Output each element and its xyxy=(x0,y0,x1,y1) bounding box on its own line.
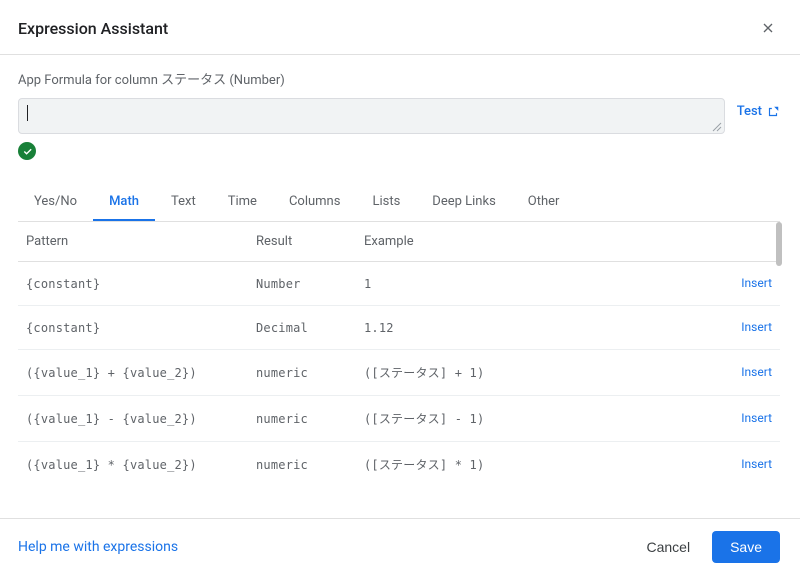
cell-pattern: {constant} xyxy=(26,321,256,335)
tab-other[interactable]: Other xyxy=(512,184,576,221)
cell-pattern: ({value_1} * {value_2}) xyxy=(26,458,256,472)
formula-input[interactable] xyxy=(18,98,725,134)
formula-row: Test xyxy=(18,98,780,134)
formula-label: App Formula for column ステータス (Number) xyxy=(18,69,780,88)
tab-lists[interactable]: Lists xyxy=(356,184,416,221)
text-cursor xyxy=(27,105,28,121)
dialog-header: Expression Assistant xyxy=(0,0,800,54)
category-tabs: Yes/NoMathTextTimeColumnsListsDeep Links… xyxy=(18,184,780,222)
save-button[interactable]: Save xyxy=(712,531,780,563)
tab-math[interactable]: Math xyxy=(93,184,155,221)
col-header-result: Result xyxy=(256,234,364,249)
cell-result: numeric xyxy=(256,458,364,472)
table-row: ({value_1} + {value_2})numeric([ステータス] +… xyxy=(18,350,780,396)
cell-result: Number xyxy=(256,277,364,291)
table-row: {constant}Decimal1.12 Insert xyxy=(18,306,780,350)
cell-pattern: {constant} xyxy=(26,277,256,291)
cell-example: ([ステータス] - 1) xyxy=(364,410,712,427)
cell-result: numeric xyxy=(256,412,364,426)
resize-icon xyxy=(712,122,722,132)
validation-status xyxy=(18,134,780,166)
formula-section: App Formula for column ステータス (Number) Te… xyxy=(0,55,800,166)
cancel-button[interactable]: Cancel xyxy=(632,531,704,563)
close-icon xyxy=(760,20,776,36)
table-row: ({value_1} - {value_2})numeric([ステータス] -… xyxy=(18,396,780,442)
cell-pattern: ({value_1} - {value_2}) xyxy=(26,412,256,426)
col-header-pattern: Pattern xyxy=(26,234,256,249)
table-body[interactable]: {constant}Number1Insert{constant}Decimal… xyxy=(18,262,780,486)
tab-time[interactable]: Time xyxy=(212,184,273,221)
cell-example: 1.12 xyxy=(364,321,712,335)
tab-columns[interactable]: Columns xyxy=(273,184,357,221)
cell-pattern: ({value_1} + {value_2}) xyxy=(26,366,256,380)
resize-handle[interactable] xyxy=(712,121,722,131)
cell-example: 1 xyxy=(364,277,712,291)
tab-text[interactable]: Text xyxy=(155,184,212,221)
dialog-footer: Help me with expressions Cancel Save xyxy=(0,518,800,577)
cell-example: ([ステータス] + 1) xyxy=(364,364,712,381)
insert-link[interactable]: Insert xyxy=(741,365,772,379)
cell-example: ([ステータス] * 1) xyxy=(364,456,712,473)
insert-link[interactable]: Insert xyxy=(741,457,772,471)
valid-indicator xyxy=(18,142,36,160)
expression-assistant-dialog: Expression Assistant App Formula for col… xyxy=(0,0,800,577)
help-link[interactable]: Help me with expressions xyxy=(18,539,178,555)
col-header-example: Example xyxy=(364,234,712,249)
close-button[interactable] xyxy=(756,16,780,40)
cell-result: numeric xyxy=(256,366,364,380)
cell-result: Decimal xyxy=(256,321,364,335)
insert-link[interactable]: Insert xyxy=(741,276,772,290)
tab-deeplinks[interactable]: Deep Links xyxy=(416,184,511,221)
footer-actions: Cancel Save xyxy=(632,531,780,563)
test-label: Test xyxy=(737,104,762,119)
table-row: ({value_1} * {value_2})numeric([ステータス] *… xyxy=(18,442,780,486)
test-button[interactable]: Test xyxy=(737,98,780,119)
col-header-action xyxy=(712,234,772,249)
patterns-table: Pattern Result Example {constant}Number1… xyxy=(18,222,780,486)
table-header: Pattern Result Example xyxy=(18,222,780,262)
dialog-title: Expression Assistant xyxy=(18,19,168,38)
table-row: {constant}Number1 Insert xyxy=(18,262,780,306)
insert-link[interactable]: Insert xyxy=(741,320,772,334)
insert-link[interactable]: Insert xyxy=(741,411,772,425)
open-external-icon xyxy=(766,105,780,119)
tab-yesno[interactable]: Yes/No xyxy=(18,184,93,221)
check-icon xyxy=(22,146,33,157)
scrollbar-thumb[interactable] xyxy=(776,222,782,266)
